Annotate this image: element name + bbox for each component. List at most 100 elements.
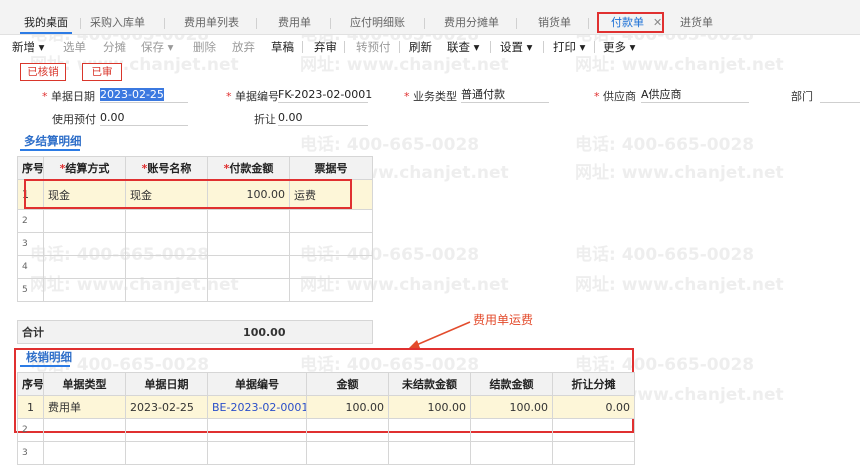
tab-divider [330,18,331,29]
tab-payable-detail[interactable]: 应付明细账 [350,14,405,32]
split-button[interactable]: 分摊 [103,39,126,55]
col-doc-date: 单据日期 [125,372,208,396]
col-doc-code: 单据编号 [207,372,307,396]
code-label: * 单据编号 [226,90,279,103]
refresh-button[interactable]: 刷新 [409,39,432,55]
settle-section-title[interactable]: 多结算明细 [24,133,82,149]
cell-amount: 100.00 [306,395,389,419]
tab-divider [164,18,165,29]
highlight-box-tab [597,12,664,33]
date-label: * 单据日期 [42,90,95,103]
tab-purchase[interactable]: 进货单 [680,14,713,32]
select-button[interactable]: 选单 [63,39,86,55]
dept-label: 部门 [791,90,813,103]
annotation-text: 费用单运费 [473,313,534,327]
settings-button[interactable]: 设置 ▾ [500,39,532,55]
status-badge-audited: 已审 [82,63,122,81]
cell-doc-date: 2023-02-25 [125,395,208,419]
col-unpaid: 未结款金额 [388,372,471,396]
row-seq: 4 [17,255,44,279]
print-button[interactable]: 打印 ▾ [553,39,585,55]
tab-sales[interactable]: 销货单 [538,14,571,32]
col-method: *结算方式 [43,156,126,180]
row-seq: 1 [17,395,44,419]
status-badge-writeoff: 已核销 [20,63,66,81]
cell-discount[interactable]: 0.00 [552,395,635,419]
row-seq: 5 [17,278,44,302]
col-discount: 折让分摊 [552,372,635,396]
tab-home[interactable]: 我的桌面 [20,14,72,34]
cell-doc-type: 费用单 [43,395,126,419]
settle-table: 序号 *结算方式 *账号名称 *付款金额 票据号 1 现金 现金 100.00 … [17,156,373,302]
table-row[interactable]: 3 [17,232,373,256]
table-row[interactable]: 2 [17,418,635,442]
toolbar-divider [543,41,544,53]
biz-type-field[interactable]: 普通付款 [461,87,549,103]
highlight-box-settle-row [24,179,352,209]
watermark-site: 网址: www.chanjet.net [575,275,784,295]
settle-header-row: 序号 *结算方式 *账号名称 *付款金额 票据号 [17,156,373,180]
verify-section-title[interactable]: 核销明细 [26,349,72,365]
settle-total: 合计 100.00 [17,320,373,344]
toolbar-divider [399,41,400,53]
table-row[interactable]: 5 [17,278,373,302]
col-seq: 序号 [17,156,44,180]
supplier-field[interactable]: A供应商 [641,87,749,103]
row-seq: 3 [17,441,44,465]
tab-purchase-inbound[interactable]: 采购入库单 [90,14,145,32]
query-button[interactable]: 联查 ▾ [447,39,479,55]
dept-field[interactable] [820,87,860,103]
prepay-label: 使用预付 [52,113,96,126]
watermark-phone: 电话: 400-665-0028 [575,245,755,265]
watermark-phone: 电话: 400-665-0028 [575,135,755,155]
biz-type-label: * 业务类型 [404,90,457,103]
col-amount: 金额 [306,372,389,396]
settle-section-underline [20,149,80,151]
supplier-label: * 供应商 [594,90,636,103]
tab-expense[interactable]: 费用单 [278,14,311,32]
delete-button[interactable]: 删除 [193,39,216,55]
table-row[interactable]: 2 [17,209,373,233]
tab-expense-allocation[interactable]: 费用分摊单 [444,14,499,32]
col-amount: *付款金额 [207,156,290,180]
new-button[interactable]: 新增 ▾ [12,39,44,55]
date-field[interactable]: 2023-02-25 [100,87,188,103]
prepay-field[interactable]: 0.00 [100,110,188,126]
toolbar-divider [594,41,595,53]
date-value: 2023-02-25 [100,88,164,101]
verify-header-row: 序号 单据类型 单据日期 单据编号 金额 未结款金额 结款金额 折让分摊 [17,372,635,396]
more-button[interactable]: 更多 ▾ [603,39,635,55]
tab-divider [588,18,589,29]
table-row[interactable]: 1 费用单 2023-02-25 BE-2023-02-0001 100.00 … [17,395,635,419]
toolbar-divider [344,41,345,53]
row-seq: 2 [17,209,44,233]
verify-table: 序号 单据类型 单据日期 单据编号 金额 未结款金额 结款金额 折让分摊 1 费… [17,372,635,465]
tab-divider [80,18,81,29]
toolbar-divider [302,41,303,53]
tab-divider [256,18,257,29]
save-button[interactable]: 保存 ▾ [141,39,173,55]
discount-label: 折让 [254,113,276,126]
to-prepay-button[interactable]: 转预付 [356,39,391,55]
cell-unpaid: 100.00 [388,395,471,419]
doc-code-link[interactable]: BE-2023-02-0001 [207,395,307,419]
table-row[interactable]: 4 [17,255,373,279]
discount-field[interactable]: 0.00 [278,110,368,126]
watermark-phone: 电话: 400-665-0028 [300,135,480,155]
table-row[interactable]: 3 [17,441,635,465]
col-seq: 序号 [17,372,44,396]
col-ticket: 票据号 [289,156,373,180]
col-doc-type: 单据类型 [43,372,126,396]
tab-expense-list[interactable]: 费用单列表 [184,14,239,32]
abandon-audit-button[interactable]: 弃审 [314,39,337,55]
code-field[interactable]: FK-2023-02-0001 [278,87,372,103]
cell-paid[interactable]: 100.00 [470,395,553,419]
watermark-site: 网址: www.chanjet.net [575,163,784,183]
tab-divider [424,18,425,29]
row-seq: 2 [17,418,44,442]
toolbar-divider [490,41,491,53]
tab-divider [516,18,517,29]
discard-button[interactable]: 放弃 [232,39,255,55]
draft-button[interactable]: 草稿 [271,39,294,55]
total-value: 100.00 [207,320,290,344]
